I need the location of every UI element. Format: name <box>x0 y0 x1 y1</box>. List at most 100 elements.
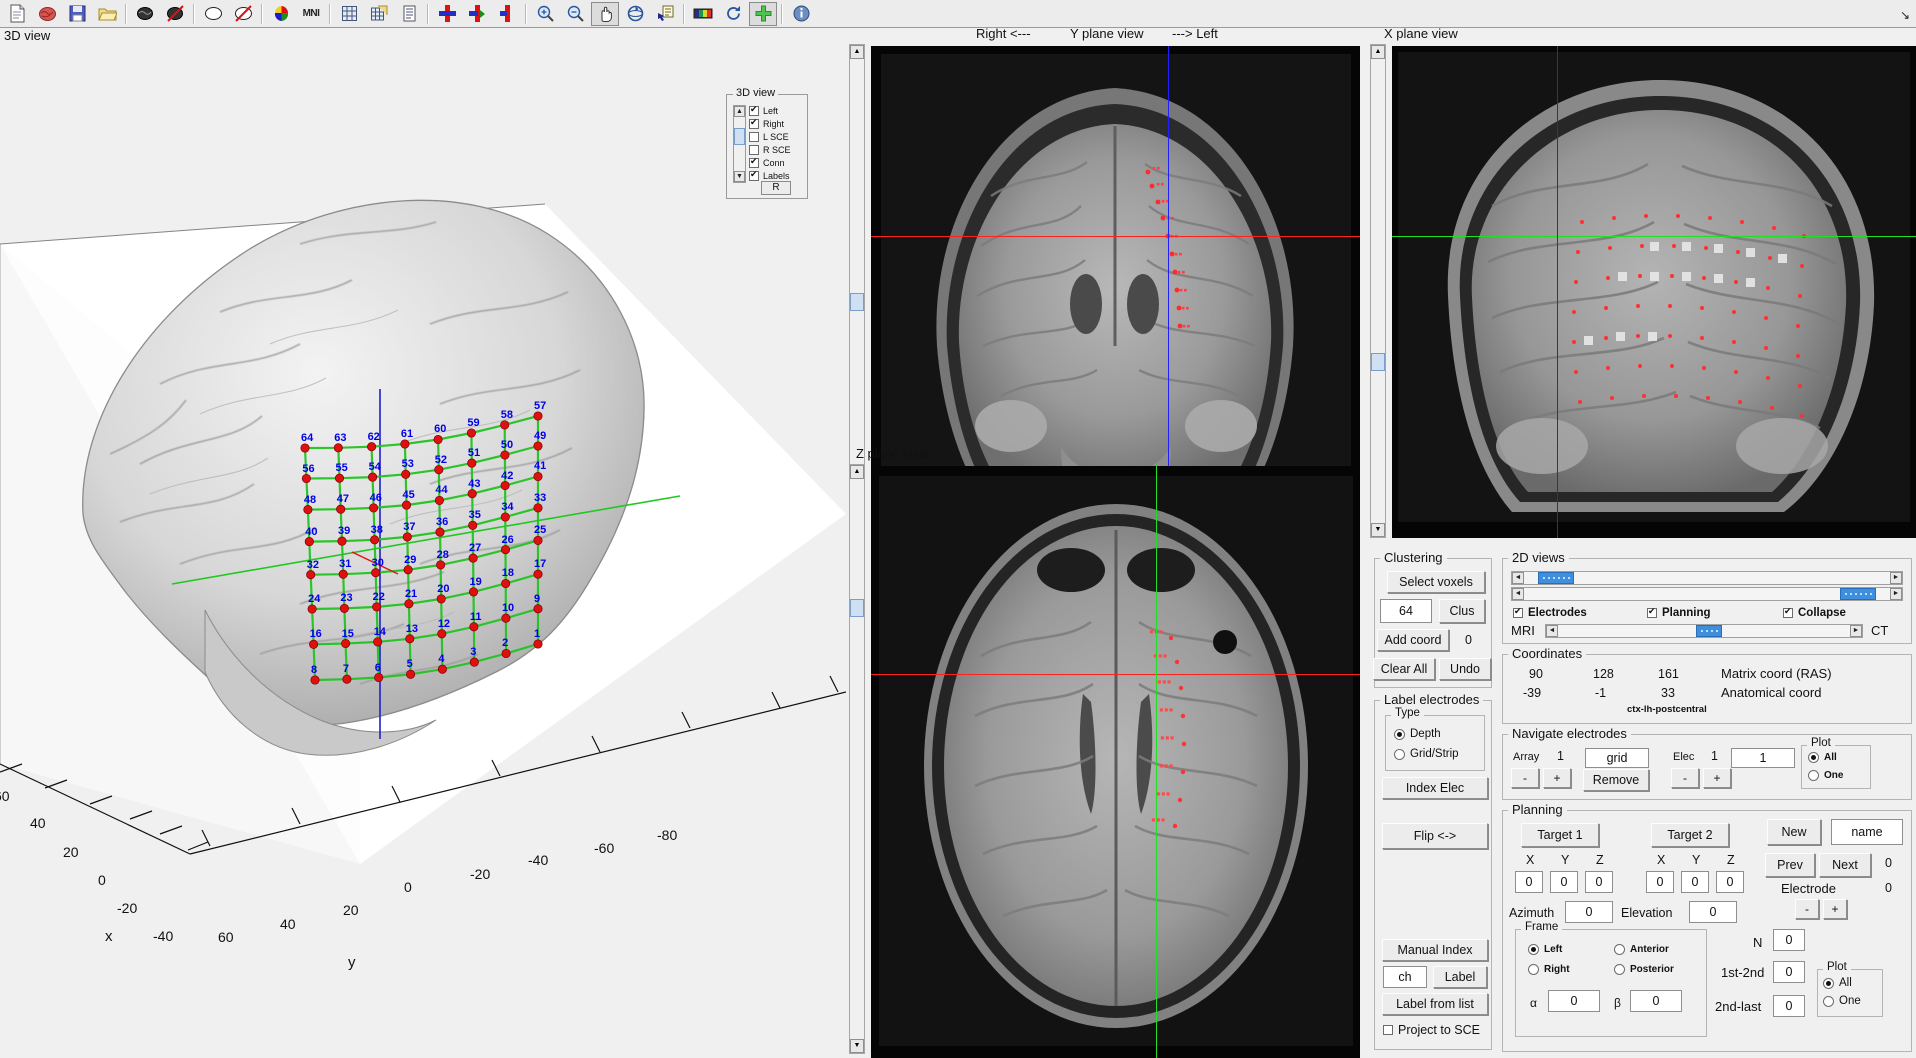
registration-icon[interactable] <box>433 2 461 26</box>
electrode-marker[interactable] <box>500 512 510 522</box>
scrollbar-thumb[interactable] <box>1371 353 1385 371</box>
target2-z-input[interactable]: 0 <box>1716 871 1744 893</box>
x-plane-scrollbar[interactable]: ▲ ▼ <box>1370 44 1386 538</box>
target1-z-input[interactable]: 0 <box>1585 871 1613 893</box>
scroll-down-icon[interactable]: ▼ <box>1371 523 1385 537</box>
alpha-input[interactable]: 0 <box>1548 990 1600 1012</box>
views2d-slider-top[interactable]: ◄ ► <box>1511 571 1903 585</box>
electrode-marker[interactable] <box>533 535 543 545</box>
brain-show-icon[interactable] <box>131 2 159 26</box>
electrode-marker[interactable] <box>367 442 377 452</box>
channel-input[interactable]: ch <box>1383 966 1427 988</box>
collapse-checkbox-row[interactable]: Collapse <box>1783 606 1846 619</box>
electrodes-checkbox-row[interactable]: Electrodes <box>1513 606 1587 619</box>
clus-button[interactable]: Clus <box>1439 599 1485 623</box>
electrode-marker[interactable] <box>469 622 479 632</box>
electrode-marker[interactable] <box>339 603 349 613</box>
electrode-marker[interactable] <box>371 568 381 578</box>
fiducial-icon[interactable] <box>493 2 521 26</box>
legend-item-labels[interactable]: Labels <box>749 169 790 181</box>
pan-hand-icon[interactable] <box>591 1 619 26</box>
electrode-marker[interactable] <box>337 536 347 546</box>
scroll-down-icon[interactable]: ▼ <box>734 171 745 182</box>
elec-plus-button[interactable]: + <box>1703 768 1731 788</box>
project-to-sce-checkbox-row[interactable]: Project to SCE <box>1383 1023 1480 1037</box>
array-plus-button[interactable]: + <box>1543 768 1571 788</box>
colormap-brain-icon[interactable] <box>267 2 295 26</box>
scroll-up-icon[interactable]: ▲ <box>850 45 864 59</box>
z-plane-scrollbar[interactable]: ▲ ▼ <box>849 464 865 1054</box>
array-name-input[interactable]: grid <box>1585 748 1649 768</box>
planning-checkbox[interactable] <box>1647 606 1657 618</box>
electrode-marker[interactable] <box>334 473 345 483</box>
electrode-marker[interactable] <box>403 565 413 575</box>
legend-reset-button[interactable]: R <box>761 181 791 195</box>
index-elec-button[interactable]: Index Elec <box>1382 777 1488 799</box>
prev-plan-button[interactable]: Prev <box>1765 853 1815 877</box>
add-green-icon[interactable] <box>749 1 777 26</box>
legend-item-lsce[interactable]: L SCE <box>749 132 789 142</box>
slider-left-arrow-icon[interactable]: ◄ <box>1512 572 1524 584</box>
electrode-marker[interactable] <box>468 553 478 563</box>
collapse-checkbox[interactable] <box>1783 606 1793 618</box>
azimuth-input[interactable]: 0 <box>1565 901 1613 923</box>
mri-ct-slider-thumb[interactable] <box>1696 625 1722 637</box>
electrode-marker[interactable] <box>400 439 410 449</box>
y-plane-image[interactable]: ▪▪ ▪▪ ▪▪ ▪▪ ▪▪ ▪▪ ▪▪ ▪▪ ▪▪ ▪▪ <box>871 46 1360 538</box>
target1-button[interactable]: Target 1 <box>1521 823 1599 847</box>
electrode-marker[interactable] <box>369 503 379 513</box>
electrode-marker[interactable] <box>306 570 316 580</box>
planning-checkbox-row[interactable]: Planning <box>1647 606 1711 619</box>
radio-dot-all[interactable] <box>1823 977 1834 989</box>
scrollbar-thumb[interactable] <box>734 128 745 145</box>
flip-button[interactable]: Flip <-> <box>1382 823 1488 849</box>
scrollbar-thumb[interactable] <box>850 599 864 617</box>
zoom-in-icon[interactable] <box>531 2 559 26</box>
electrode-marker[interactable] <box>466 428 476 438</box>
legend-scrollbar[interactable]: ▲ ▼ <box>733 105 746 183</box>
rotate-3d-icon[interactable] <box>621 2 649 26</box>
electrode-marker[interactable] <box>437 629 447 639</box>
radio-dot-depth[interactable] <box>1394 728 1405 740</box>
toolbar-resize-corner-icon[interactable]: ↘ <box>1900 8 1910 22</box>
mni-label-icon[interactable]: MNI <box>297 2 325 26</box>
cluster-count-input[interactable]: 64 <box>1380 599 1432 623</box>
electrode-marker[interactable] <box>310 675 320 685</box>
grid-icon[interactable] <box>335 2 363 26</box>
electrode-marker[interactable] <box>372 602 382 612</box>
electrode-marker[interactable] <box>533 639 543 649</box>
radio-dot-gridstrip[interactable] <box>1394 748 1405 760</box>
project-to-sce-checkbox[interactable] <box>1383 1025 1393 1035</box>
legend-checkbox-labels[interactable] <box>749 169 759 181</box>
zoom-out-icon[interactable] <box>561 2 589 26</box>
mri-ct-blend-slider[interactable]: ◄ ► <box>1545 624 1863 638</box>
electrode-marker[interactable] <box>434 495 444 505</box>
open-folder-icon[interactable] <box>93 2 121 26</box>
electrodes-checkbox[interactable] <box>1513 606 1523 618</box>
surface-show-icon[interactable] <box>199 2 227 26</box>
electrode-marker[interactable] <box>533 411 543 421</box>
electrode-marker[interactable] <box>309 639 319 649</box>
electrode-marker[interactable] <box>373 637 383 647</box>
electrode-marker[interactable] <box>533 569 543 579</box>
type-radio-gridstrip[interactable]: Grid/Strip <box>1394 748 1459 760</box>
electrode-marker[interactable] <box>406 669 416 679</box>
coregister-icon[interactable] <box>463 2 491 26</box>
legend-item-right[interactable]: Right <box>749 117 784 129</box>
radio-dot-left[interactable] <box>1528 944 1539 955</box>
radio-dot-anterior[interactable] <box>1614 944 1625 955</box>
label-from-list-button[interactable]: Label from list <box>1382 993 1488 1015</box>
electrode-marker[interactable] <box>469 657 479 667</box>
electrode-marker[interactable] <box>500 545 511 555</box>
scroll-up-icon[interactable]: ▲ <box>1371 45 1385 59</box>
electrode-marker[interactable] <box>401 469 411 479</box>
refresh-icon[interactable] <box>719 2 747 26</box>
electrode-marker[interactable] <box>468 520 478 530</box>
legend-checkbox-rsce[interactable] <box>749 145 759 155</box>
slider-left-arrow-icon[interactable]: ◄ <box>1546 625 1558 637</box>
z-plane-image[interactable]: ▪▪▪▪▪▪ ▪▪▪▪▪▪ ▪▪▪▪▪▪ ▪▪▪▪▪▪ <box>871 466 1360 1058</box>
beta-input[interactable]: 0 <box>1630 990 1682 1012</box>
electrode-marker[interactable] <box>404 599 414 609</box>
legend-item-conn[interactable]: Conn <box>749 156 785 168</box>
electrode-marker[interactable] <box>304 537 314 547</box>
